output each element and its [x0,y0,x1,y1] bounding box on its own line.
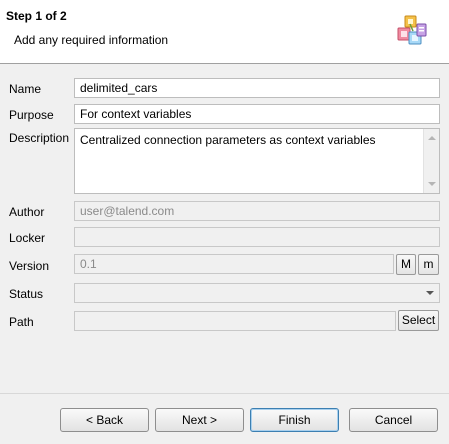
scroll-down-arrow-icon[interactable] [428,182,436,186]
scroll-up-arrow-icon[interactable] [428,136,436,140]
finish-button[interactable]: Finish [250,408,339,432]
minor-version-button[interactable]: m [418,254,439,275]
wizard-header: Step 1 of 2 Add any required information [0,0,449,64]
author-label: Author [9,205,45,219]
locker-label: Locker [9,231,46,245]
step-subtitle: Add any required information [14,33,169,47]
cancel-button[interactable]: Cancel [349,408,438,432]
path-field [74,311,396,331]
chevron-down-icon [426,291,434,295]
description-label: Description [9,131,70,145]
footer-divider [0,393,449,394]
step-title: Step 1 of 2 [6,9,67,23]
description-textarea[interactable]: Centralized connection parameters as con… [74,128,440,194]
author-field: user@talend.com [74,201,440,221]
status-dropdown[interactable] [74,283,440,303]
path-label: Path [9,315,34,329]
purpose-field[interactable]: For context variables [74,104,440,124]
description-text: Centralized connection parameters as con… [80,133,376,147]
purpose-label: Purpose [9,108,54,122]
description-scrollbar[interactable] [423,129,439,193]
name-label: Name [9,82,42,96]
major-version-button[interactable]: M [396,254,416,275]
status-label: Status [9,287,44,301]
next-button[interactable]: Next > [155,408,244,432]
locker-field [74,227,440,247]
version-label: Version [9,259,50,273]
name-field[interactable]: delimited_cars [74,78,440,98]
back-button[interactable]: < Back [60,408,149,432]
version-field: 0.1 [74,254,394,274]
select-path-button[interactable]: Select [398,310,439,331]
wizard-properties-icon [397,15,427,45]
